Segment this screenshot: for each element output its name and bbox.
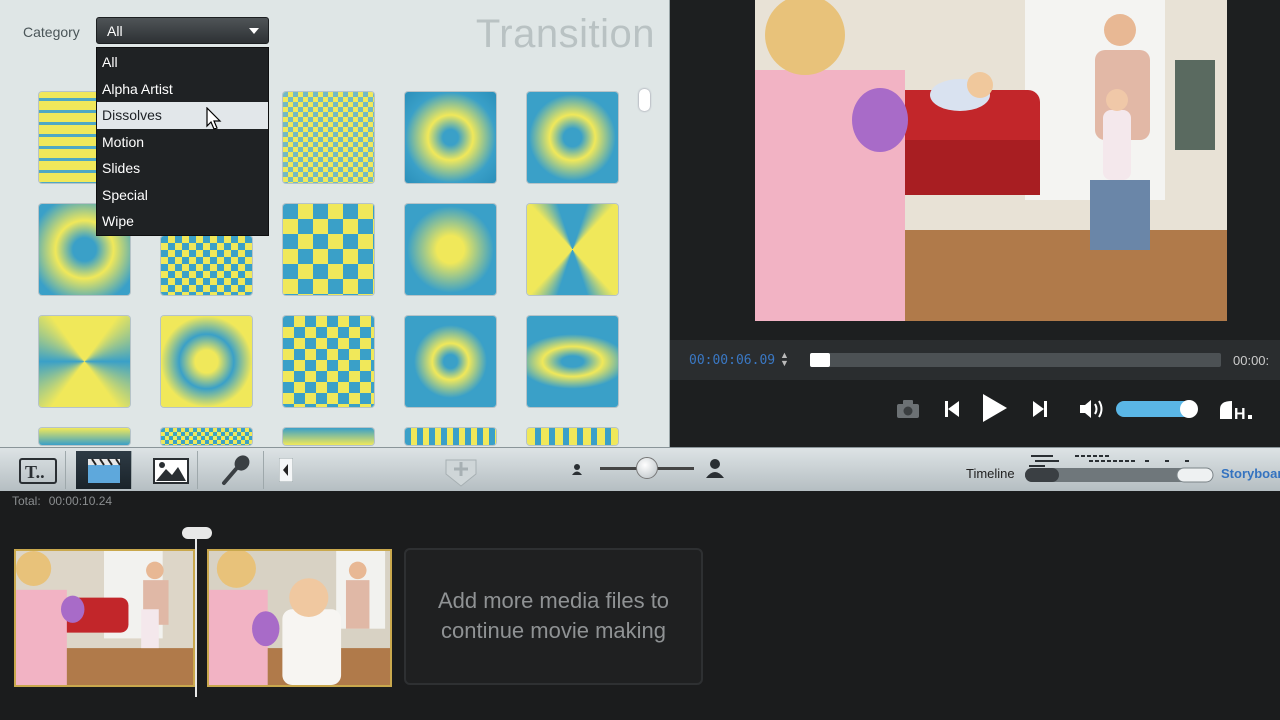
- add-media-text-line2: continue movie making: [440, 618, 666, 643]
- category-label: Category: [23, 24, 80, 40]
- category-select-value: All: [107, 23, 123, 39]
- dropdown-option-special[interactable]: Special: [97, 182, 268, 209]
- timeline-storyboard-toggle[interactable]: [1025, 452, 1215, 488]
- text-tool-button[interactable]: T..: [10, 451, 66, 489]
- effects-tool-button[interactable]: [142, 451, 198, 489]
- transition-thumb-row4-1[interactable]: [39, 428, 130, 445]
- clapperboard-icon: [88, 458, 121, 483]
- svg-text:H: H: [1234, 406, 1246, 423]
- timeline-mode-label[interactable]: Timeline: [966, 466, 1015, 481]
- mouse-cursor-icon: [206, 107, 222, 130]
- zoom-out-person-icon[interactable]: [570, 462, 584, 476]
- fullscreen-hd-icon[interactable]: H: [1218, 397, 1258, 423]
- playback-controls: H: [670, 385, 1280, 435]
- chevron-down-icon: [249, 28, 259, 34]
- transition-thumb-tiles[interactable]: [283, 204, 374, 295]
- volume-slider-handle[interactable]: [1180, 400, 1198, 418]
- filter-effects-icon: [153, 458, 189, 484]
- svg-text:T..: T..: [25, 462, 45, 482]
- snapshot-camera-icon[interactable]: [895, 398, 921, 420]
- panel-title: Transition: [475, 12, 655, 56]
- microphone-icon: [222, 455, 250, 485]
- transition-thumb-checker[interactable]: [283, 92, 374, 183]
- dropdown-option-wipe[interactable]: Wipe: [97, 208, 268, 235]
- voiceover-tool-button[interactable]: [208, 451, 264, 489]
- playhead-line: [195, 539, 197, 697]
- text-icon: T..: [19, 458, 57, 484]
- video-preview[interactable]: [755, 0, 1227, 321]
- zoom-slider-handle[interactable]: [636, 457, 658, 479]
- play-icon[interactable]: [978, 391, 1010, 425]
- seek-bar-area: 00:00:06.09 ▲ ▼ 00:00:: [670, 340, 1280, 380]
- transition-thumb-row4-3[interactable]: [283, 428, 374, 445]
- end-time: 00:00:: [1233, 353, 1270, 368]
- total-duration: Total: 00:00:10.24: [12, 494, 112, 508]
- transition-thumb-cross[interactable]: [527, 204, 618, 295]
- transition-thumb-square[interactable]: [527, 92, 618, 183]
- collapse-arrow-icon[interactable]: [279, 458, 293, 482]
- add-media-text-line1: Add more media files to: [437, 588, 670, 613]
- dropdown-option-alpha-artist[interactable]: Alpha Artist: [97, 76, 268, 103]
- preview-panel: 00:00:06.09 ▲ ▼ 00:00: H: [670, 0, 1280, 447]
- edit-toolbar: T.. Timeline Storyboar: [0, 447, 1280, 491]
- dropdown-option-all[interactable]: All: [97, 49, 268, 76]
- storyboard-mode-label[interactable]: Storyboard: [1221, 466, 1280, 481]
- zoom-in-person-icon[interactable]: [703, 457, 727, 479]
- dropdown-option-dissolves[interactable]: Dissolves: [97, 102, 268, 129]
- dropdown-option-motion[interactable]: Motion: [97, 129, 268, 156]
- transition-tool-button[interactable]: [76, 451, 132, 489]
- total-time: 00:00:10.24: [48, 494, 113, 508]
- media-clip-1[interactable]: [14, 549, 195, 687]
- transition-thumb-mosaic[interactable]: [283, 316, 374, 407]
- current-time: 00:00:06.09: [689, 353, 776, 368]
- previous-frame-icon[interactable]: [942, 398, 964, 420]
- volume-icon[interactable]: [1078, 397, 1106, 421]
- transition-scrollbar[interactable]: [639, 89, 650, 111]
- transition-thumb-box-zoom[interactable]: [405, 316, 496, 407]
- transition-thumb-row4-5[interactable]: [527, 428, 618, 445]
- media-clip-2[interactable]: [207, 549, 392, 687]
- total-label: Total:: [12, 494, 41, 508]
- category-select[interactable]: All: [96, 17, 269, 44]
- transition-thumb-row4-4[interactable]: [405, 428, 496, 445]
- next-frame-icon[interactable]: [1028, 398, 1050, 420]
- add-media-placeholder[interactable]: Add more media files to continue movie m…: [404, 548, 703, 685]
- dropdown-option-slides[interactable]: Slides: [97, 155, 268, 182]
- category-dropdown: All Alpha Artist Dissolves Motion Slides…: [96, 47, 269, 236]
- transition-thumb-diamond[interactable]: [405, 204, 496, 295]
- add-media-plus-icon[interactable]: [438, 450, 484, 488]
- transition-thumb-small-checker[interactable]: [161, 236, 252, 295]
- transition-thumb-soft-square[interactable]: [161, 316, 252, 407]
- seek-handle[interactable]: [810, 353, 830, 367]
- time-spinner-icon[interactable]: ▲ ▼: [780, 351, 789, 368]
- seek-track[interactable]: [810, 353, 1221, 367]
- transition-thumb-circle[interactable]: [405, 92, 496, 183]
- transition-thumb-x-cross[interactable]: [39, 316, 130, 407]
- transition-thumb-horizontal-bars[interactable]: [39, 92, 101, 183]
- transition-thumb-eye[interactable]: [527, 316, 618, 407]
- transition-thumb-row4-2[interactable]: [161, 428, 252, 445]
- storyboard-area: Total: 00:00:10.24 Add more media files t…: [0, 491, 1280, 720]
- playhead-handle[interactable]: [182, 527, 212, 539]
- transition-panel: Category All Transition All Alpha Artist…: [0, 0, 670, 447]
